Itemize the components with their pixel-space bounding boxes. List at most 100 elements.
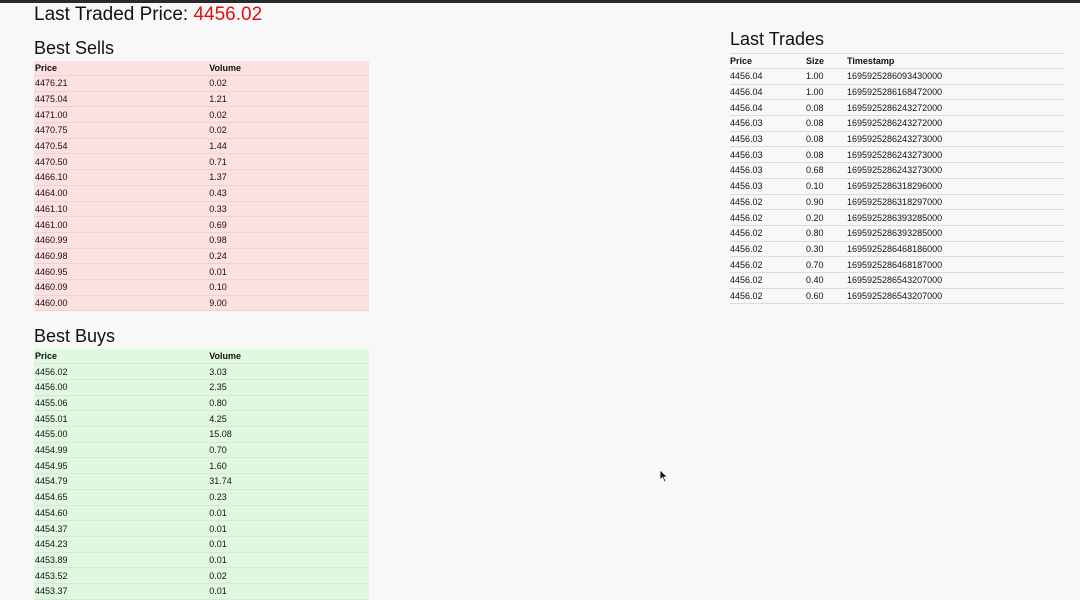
- volume-cell: 3.03: [209, 366, 227, 377]
- price-cell: 4456.02: [730, 228, 763, 239]
- size-cell: 0.08: [806, 134, 824, 145]
- price-cell: 4470.54: [35, 141, 68, 152]
- table-row: 4475.04 1.21: [34, 91, 369, 107]
- table-row: 4456.04 1.00 1695925286168472000: [730, 84, 1064, 100]
- price-cell: 4456.02: [730, 196, 763, 207]
- table-row: 4454.65 0.23: [34, 489, 369, 505]
- volume-cell: 0.24: [209, 250, 227, 261]
- timestamp-cell: 1695925286243273000: [847, 149, 943, 160]
- price-cell: 4461.00: [35, 219, 68, 230]
- column-header-price: Price: [35, 63, 58, 73]
- table-row: 4453.89 0.01: [34, 552, 369, 568]
- table-row: 4456.04 0.08 1695925286243272000: [730, 99, 1064, 116]
- table-header-row: Price Size Timestamp: [730, 53, 1064, 69]
- table-row: 4470.75 0.02: [34, 123, 369, 139]
- table-row: 4454.79 31.74: [34, 474, 369, 490]
- price-cell: 4456.04: [730, 71, 763, 82]
- volume-cell: 0.02: [209, 109, 227, 120]
- table-row: 4456.02 0.70 1695925286468187000: [730, 256, 1064, 273]
- price-cell: 4456.02: [730, 275, 763, 286]
- best-buys-table: Price Volume 4456.02 3.03 4456.00 2.35 4455.…: [34, 349, 369, 600]
- volume-cell: 31.74: [209, 476, 232, 487]
- timestamp-cell: 1695925286243273000: [847, 134, 943, 145]
- table-row: 4456.02 0.60 1695925286543207000: [730, 288, 1064, 304]
- price-cell: 4464.00: [35, 188, 68, 199]
- price-cell: 4456.04: [730, 87, 763, 98]
- size-cell: 0.70: [806, 259, 824, 270]
- price-cell: 4466.10: [35, 172, 68, 183]
- size-cell: 1.00: [806, 71, 824, 82]
- price-cell: 4456.02: [730, 243, 763, 254]
- timestamp-cell: 1695925286243273000: [847, 165, 943, 176]
- price-cell: 4456.02: [730, 259, 763, 270]
- volume-cell: 1.21: [209, 94, 227, 105]
- table-row: 4476.21 0.02: [34, 76, 369, 92]
- table-row: 4456.03 0.08 1695925286243273000: [730, 131, 1064, 147]
- price-cell: 4456.02: [730, 212, 763, 223]
- last-trades-rows: 4456.04 1.00 1695925286093430000 4456.04 1.0…: [730, 68, 1064, 304]
- table-row: 4456.02 0.80 1695925286393285000: [730, 225, 1064, 241]
- table-row: 4471.00 0.02: [34, 107, 369, 123]
- column-header-price: Price: [730, 56, 753, 66]
- best-buys-rows: 4456.02 3.03 4456.00 2.35 4455.06 0.80 4455.01…: [34, 364, 369, 600]
- volume-cell: 0.02: [209, 125, 227, 136]
- table-row: 4455.06 0.80: [34, 395, 369, 411]
- price-cell: 4454.37: [35, 523, 68, 534]
- last-traded-price-heading: Last Traded Price: 4456.02: [34, 3, 369, 27]
- price-cell: 4453.52: [35, 570, 68, 581]
- timestamp-cell: 1695925286543207000: [847, 275, 943, 286]
- table-row: 4461.10 0.33: [34, 201, 369, 217]
- table-row: 4456.02 0.90 1695925286318297000: [730, 194, 1064, 210]
- volume-cell: 15.08: [209, 429, 232, 440]
- size-cell: 0.60: [806, 290, 824, 301]
- volume-cell: 0.01: [209, 539, 227, 550]
- table-row: 4456.03 0.10 1695925286318296000: [730, 178, 1064, 194]
- timestamp-cell: 1695925286543207000: [847, 290, 943, 301]
- volume-cell: 0.01: [209, 507, 227, 518]
- volume-cell: 4.25: [209, 413, 227, 424]
- column-header-price: Price: [35, 351, 58, 362]
- price-cell: 4456.02: [730, 290, 763, 301]
- table-row: 4460.99 0.98: [34, 232, 369, 249]
- volume-cell: 0.01: [209, 554, 227, 565]
- table-row: 4456.03 0.08 1695925286243272000: [730, 115, 1064, 132]
- timestamp-cell: 1695925286093430000: [847, 71, 943, 82]
- best-sells-table: Price Volume 4476.21 0.02 4475.04 1.21 4471.…: [34, 61, 369, 312]
- price-cell: 4456.03: [730, 118, 763, 129]
- volume-cell: 0.80: [209, 398, 227, 409]
- last-traded-price-value: 4456.02: [193, 4, 263, 25]
- table-row: 4455.00 15.08: [34, 427, 369, 443]
- size-cell: 0.30: [806, 243, 824, 254]
- price-cell: 4455.06: [35, 398, 68, 409]
- column-header-size: Size: [806, 56, 825, 66]
- volume-cell: 0.01: [209, 586, 227, 597]
- price-cell: 4455.00: [35, 429, 68, 440]
- price-cell: 4456.03: [730, 134, 763, 145]
- size-cell: 0.20: [806, 212, 824, 223]
- table-row: 4456.03 0.08 1695925286243273000: [730, 146, 1064, 163]
- price-cell: 4454.23: [35, 539, 68, 550]
- table-row: 4454.60 0.01: [34, 505, 369, 521]
- table-row: 4470.50 0.71: [34, 154, 369, 170]
- last-trades-panel: Last Trades Price Size Timestamp 4456.04…: [730, 28, 1064, 304]
- size-cell: 0.40: [806, 275, 824, 286]
- volume-cell: 0.33: [209, 203, 227, 214]
- timestamp-cell: 1695925286318297000: [847, 196, 943, 207]
- price-cell: 4470.50: [35, 156, 68, 167]
- column-header-volume: Volume: [209, 63, 242, 73]
- price-cell: 4454.79: [35, 476, 68, 487]
- size-cell: 0.80: [806, 228, 824, 239]
- size-cell: 1.00: [806, 87, 824, 98]
- volume-cell: 0.02: [209, 570, 227, 581]
- volume-cell: 0.69: [209, 219, 227, 230]
- timestamp-cell: 1695925286318296000: [847, 181, 943, 192]
- table-row: 4456.02 0.40 1695925286543207000: [730, 272, 1064, 288]
- price-cell: 4456.03: [730, 165, 763, 176]
- size-cell: 0.90: [806, 196, 824, 207]
- column-header-timestamp: Timestamp: [847, 56, 895, 66]
- last-trades-title: Last Trades: [730, 29, 825, 49]
- price-cell: 4456.03: [730, 181, 763, 192]
- price-cell: 4454.60: [35, 507, 68, 518]
- volume-cell: 2.35: [209, 382, 227, 393]
- volume-cell: 0.01: [209, 266, 227, 277]
